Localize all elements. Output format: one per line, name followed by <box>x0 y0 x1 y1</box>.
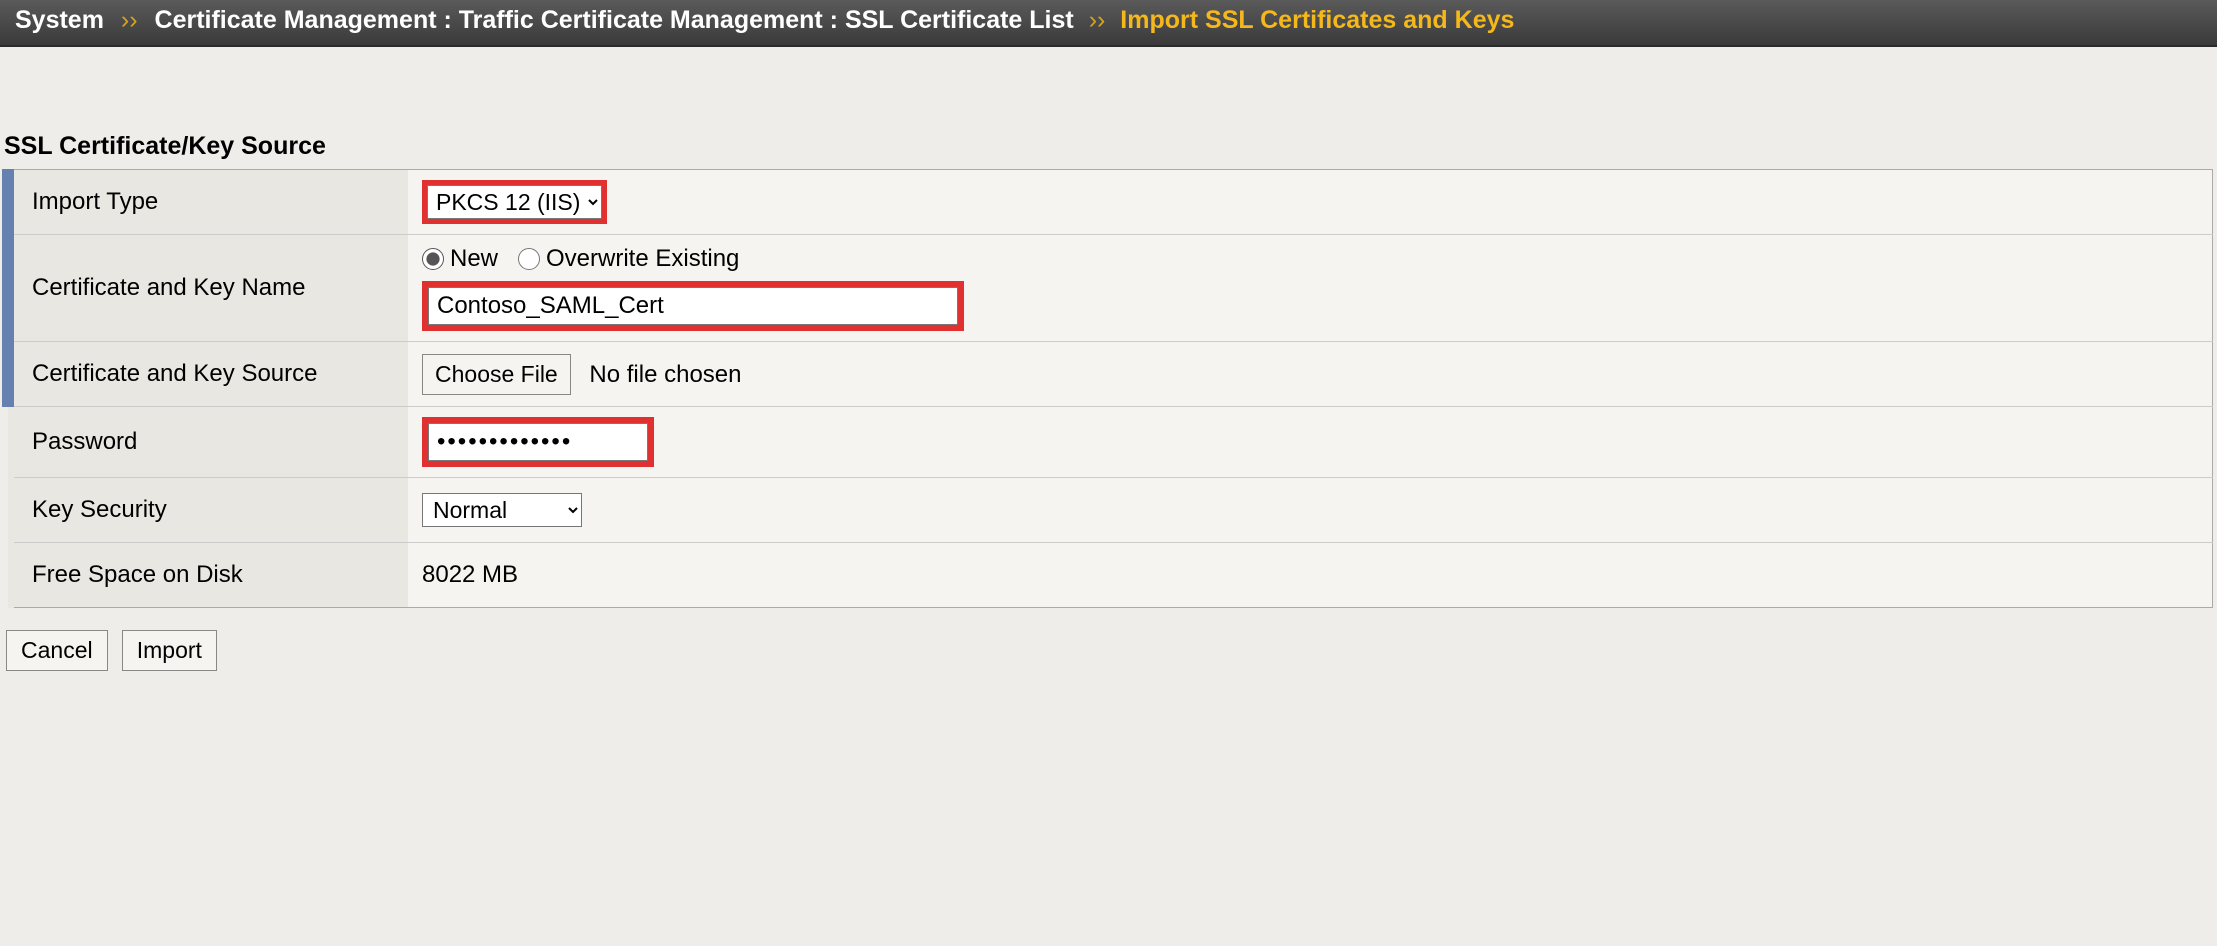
highlight-cert-name <box>422 281 964 331</box>
select-import-type[interactable]: PKCS 12 (IIS) <box>427 185 602 219</box>
input-password[interactable] <box>428 423 648 461</box>
radio-overwrite[interactable] <box>518 248 540 270</box>
value-free-space: 8022 MB <box>408 543 2213 608</box>
label-import-type: Import Type <box>8 170 408 235</box>
row-cert-key-name: Certificate and Key Name New Overwrite E… <box>8 235 2213 342</box>
label-cert-key-source: Certificate and Key Source <box>8 342 408 407</box>
highlight-password <box>422 417 654 467</box>
highlight-import-type: PKCS 12 (IIS) <box>422 180 607 224</box>
file-status: No file chosen <box>589 361 741 388</box>
label-key-security: Key Security <box>8 478 408 543</box>
breadcrumb-separator: ›› <box>121 6 138 34</box>
label-password: Password <box>8 407 408 478</box>
radio-new[interactable] <box>422 248 444 270</box>
radio-overwrite-label: Overwrite Existing <box>546 245 739 273</box>
import-button[interactable]: Import <box>122 630 217 671</box>
select-key-security[interactable]: Normal <box>422 493 582 527</box>
breadcrumb-root[interactable]: System <box>15 6 104 34</box>
form-table: Import Type PKCS 12 (IIS) Certificate an… <box>2 169 2213 608</box>
cancel-button[interactable]: Cancel <box>6 630 108 671</box>
breadcrumb-current: Import SSL Certificates and Keys <box>1120 6 1514 34</box>
row-import-type: Import Type PKCS 12 (IIS) <box>8 170 2213 235</box>
section-title: SSL Certificate/Key Source <box>0 132 2217 169</box>
choose-file-button[interactable]: Choose File <box>422 354 571 395</box>
breadcrumb-path[interactable]: Certificate Management : Traffic Certifi… <box>155 6 1074 34</box>
button-row: Cancel Import <box>0 608 2217 693</box>
row-key-security: Key Security Normal <box>8 478 2213 543</box>
radio-new-label: New <box>450 245 498 273</box>
row-free-space: Free Space on Disk 8022 MB <box>8 543 2213 608</box>
row-cert-key-source: Certificate and Key Source Choose File N… <box>8 342 2213 407</box>
label-free-space: Free Space on Disk <box>8 543 408 608</box>
breadcrumb: System ›› Certificate Management : Traff… <box>0 0 2217 47</box>
label-cert-key-name: Certificate and Key Name <box>8 235 408 342</box>
input-cert-key-name[interactable] <box>428 287 958 325</box>
row-password: Password <box>8 407 2213 478</box>
breadcrumb-separator: ›› <box>1089 6 1106 34</box>
